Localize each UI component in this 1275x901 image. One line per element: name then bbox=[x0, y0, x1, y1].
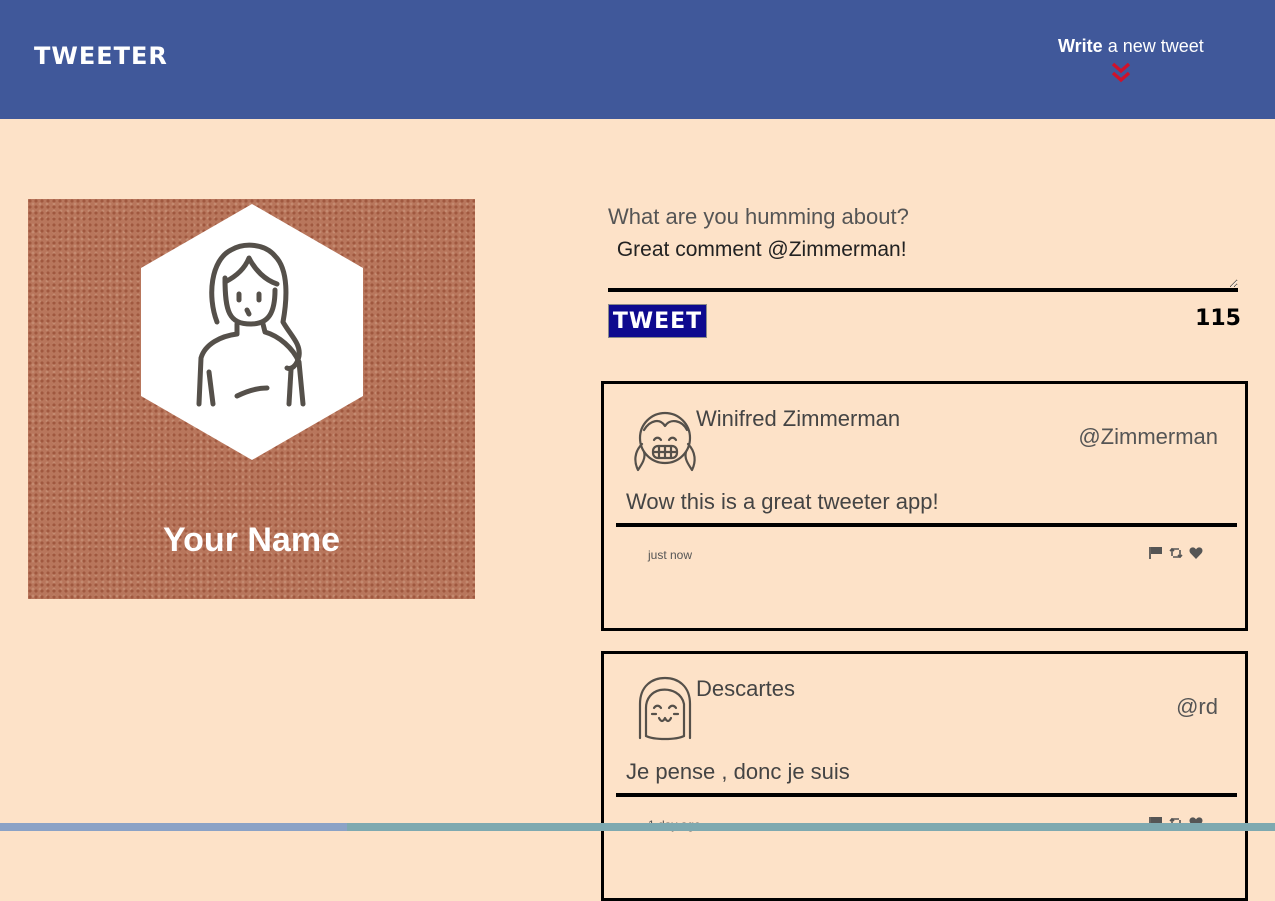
tweet-author-name: Descartes bbox=[696, 676, 796, 701]
girl-pigtails-grin-avatar-icon bbox=[634, 411, 696, 472]
bottom-strip-segment bbox=[0, 823, 347, 831]
woman-long-hair-avatar-icon bbox=[141, 204, 363, 460]
top-nav: TWEETER Write a new tweet bbox=[0, 0, 1275, 119]
tweet-card: Winifred Zimmerman @Zimmerman Wow this i… bbox=[601, 381, 1248, 631]
compose-textarea[interactable]: Great comment @Zimmerman! bbox=[608, 234, 1238, 292]
bob-hair-smile-avatar-icon bbox=[638, 676, 692, 741]
heart-icon[interactable] bbox=[1189, 546, 1203, 560]
compose-label: What are you humming about? bbox=[608, 204, 909, 229]
tweet-card: Descartes @rd Je pense , donc je suis 1 … bbox=[601, 651, 1248, 901]
tweet-button[interactable]: Tweet bbox=[608, 304, 707, 338]
tweet-author-name: Winifred Zimmerman bbox=[696, 406, 901, 431]
tweet-timestamp: just now bbox=[648, 548, 693, 562]
new-tweet-label: a new tweet bbox=[1102, 36, 1204, 56]
write-label: Write bbox=[1058, 36, 1103, 56]
profile-card: Your Name bbox=[28, 199, 475, 599]
compose-tweet-form: What are you humming about? Great commen… bbox=[608, 204, 1241, 344]
tweet-body: Wow this is a great tweeter app! bbox=[616, 489, 1237, 527]
compose-footer: Tweet 115 bbox=[608, 304, 1241, 344]
tweet-actions bbox=[1149, 546, 1203, 560]
tweet-body: Je pense , donc je suis bbox=[616, 759, 1237, 797]
double-chevron-down-icon[interactable] bbox=[1111, 62, 1131, 84]
flag-icon[interactable] bbox=[1149, 546, 1163, 560]
tweet-author-handle: @Zimmerman bbox=[1078, 424, 1218, 449]
write-new-tweet-toggle[interactable]: Write a new tweet bbox=[1058, 36, 1208, 57]
brand-logo[interactable]: TWEETER bbox=[34, 42, 168, 70]
tweet-author-handle: @rd bbox=[1176, 694, 1218, 719]
browser-bottom-strip bbox=[0, 823, 1275, 831]
profile-name: Your Name bbox=[163, 521, 340, 559]
retweet-icon[interactable] bbox=[1169, 546, 1183, 560]
character-counter: 115 bbox=[1195, 306, 1241, 331]
